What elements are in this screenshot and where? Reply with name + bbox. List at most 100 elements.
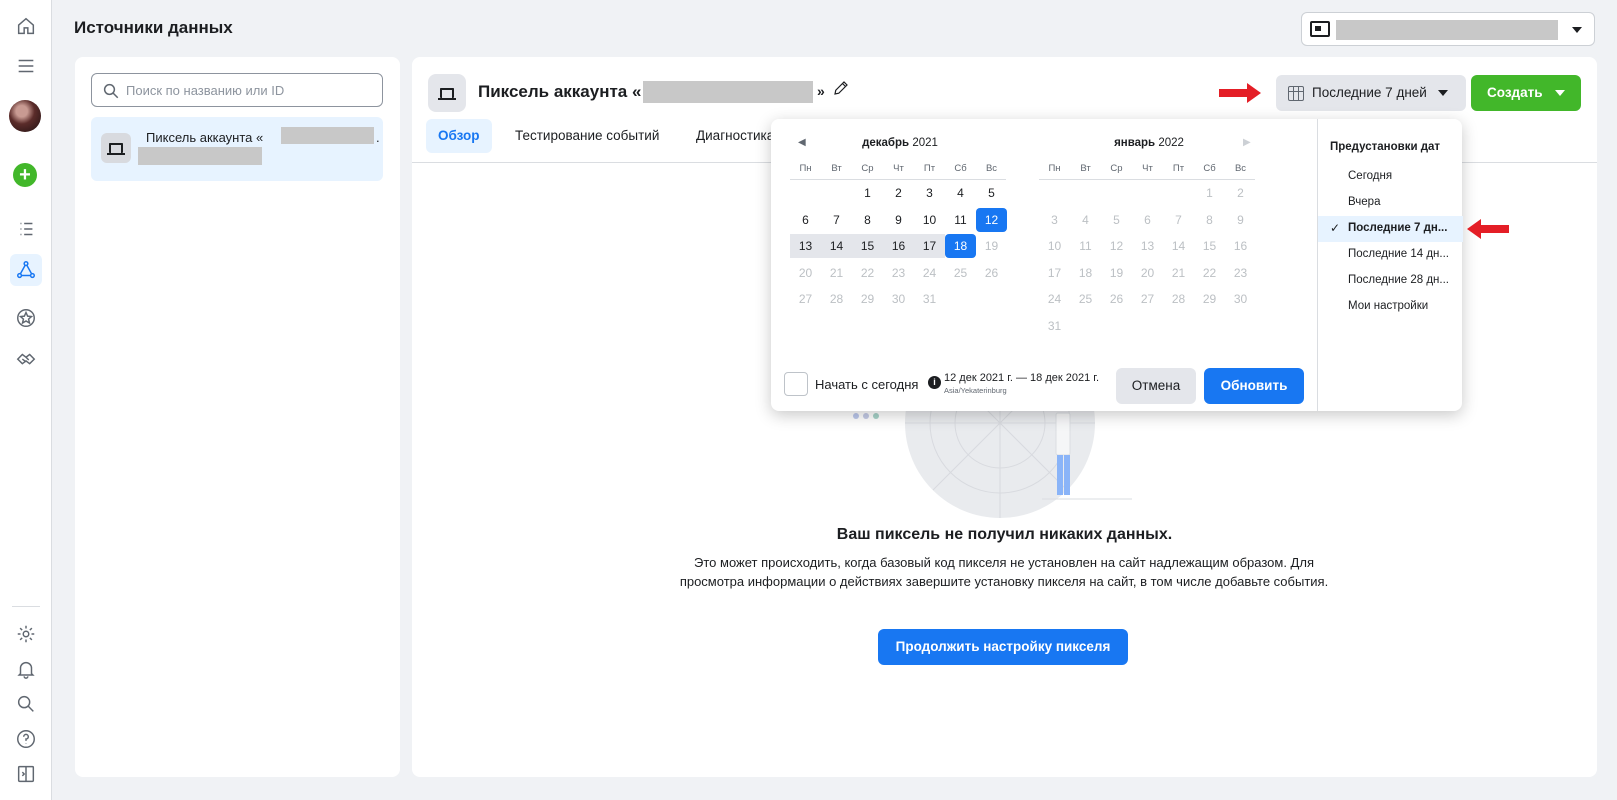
- calendar-day[interactable]: 2: [1225, 181, 1256, 205]
- date-preset-item[interactable]: Мои настройки: [1318, 294, 1463, 320]
- calendar-day[interactable]: 25: [945, 261, 976, 285]
- cancel-button[interactable]: Отмена: [1116, 368, 1196, 404]
- calendar-day[interactable]: 22: [852, 261, 883, 285]
- calendar-day[interactable]: 8: [852, 208, 883, 232]
- calendar-day[interactable]: 7: [821, 208, 852, 232]
- calendar-day[interactable]: 14: [1163, 234, 1194, 258]
- create-button[interactable]: Создать: [1471, 75, 1581, 111]
- date-preset-item[interactable]: Сегодня: [1318, 164, 1463, 190]
- calendar-day[interactable]: 2: [883, 181, 914, 205]
- calendar-day[interactable]: 23: [1225, 261, 1256, 285]
- calendar-day[interactable]: 29: [1194, 287, 1225, 311]
- calendar-day[interactable]: 24: [1039, 287, 1070, 311]
- list-icon[interactable]: [10, 213, 42, 245]
- calendar-day[interactable]: 25: [1070, 287, 1101, 311]
- calendar-day[interactable]: 18: [1070, 261, 1101, 285]
- calendar-day[interactable]: 8: [1194, 208, 1225, 232]
- calendar-day[interactable]: 17: [1039, 261, 1070, 285]
- tab-test-events[interactable]: Тестирование событий: [503, 119, 671, 153]
- calendar-day[interactable]: 10: [1039, 234, 1070, 258]
- star-icon[interactable]: [10, 302, 42, 334]
- date-preset-item[interactable]: Последние 28 дн...: [1318, 268, 1463, 294]
- calendar-day[interactable]: 10: [914, 208, 945, 232]
- date-preset-item[interactable]: Вчера: [1318, 190, 1463, 216]
- calendar-day[interactable]: 13: [1132, 234, 1163, 258]
- calendar-day[interactable]: 24: [914, 261, 945, 285]
- calendar-day[interactable]: 31: [914, 287, 945, 311]
- laptop-icon: [101, 133, 131, 163]
- settings-gear-icon[interactable]: [10, 618, 42, 650]
- calendar-day[interactable]: 5: [1101, 208, 1132, 232]
- calendar-day[interactable]: 23: [883, 261, 914, 285]
- ad-account-selector[interactable]: [1301, 12, 1595, 46]
- handshake-icon[interactable]: [10, 344, 42, 376]
- calendar-day[interactable]: 22: [1194, 261, 1225, 285]
- calendar-day[interactable]: 11: [945, 208, 976, 232]
- continue-setup-button[interactable]: Продолжить настройку пикселя: [878, 629, 1128, 665]
- chevron-down-icon: [1572, 27, 1582, 33]
- tab-overview[interactable]: Обзор: [426, 119, 492, 153]
- search-icon[interactable]: [10, 688, 42, 720]
- calendar-day[interactable]: 30: [883, 287, 914, 311]
- calendar-day[interactable]: 30: [1225, 287, 1256, 311]
- menu-icon[interactable]: [10, 50, 42, 82]
- calendar-day[interactable]: 16: [1225, 234, 1256, 258]
- pencil-edit-icon[interactable]: [832, 79, 854, 101]
- start-today-checkbox[interactable]: [784, 372, 808, 396]
- pixel-list-item[interactable]: Пиксель аккаунта « .: [91, 117, 383, 181]
- calendar-day[interactable]: 12: [976, 207, 1007, 232]
- date-range-button[interactable]: Последние 7 дней: [1276, 75, 1466, 111]
- calendar-day[interactable]: 7: [1163, 208, 1194, 232]
- calendar-day[interactable]: 13: [790, 234, 821, 258]
- calendar-day[interactable]: 9: [1225, 208, 1256, 232]
- calendar-day[interactable]: 20: [1132, 261, 1163, 285]
- calendar-day[interactable]: 31: [1039, 314, 1070, 338]
- events-manager-icon[interactable]: [10, 254, 42, 286]
- calendar-day[interactable]: 21: [1163, 261, 1194, 285]
- calendar-day[interactable]: 15: [1194, 234, 1225, 258]
- calendar-day[interactable]: 26: [1101, 287, 1132, 311]
- update-button[interactable]: Обновить: [1204, 368, 1304, 404]
- home-icon[interactable]: [10, 10, 42, 42]
- calendar-day[interactable]: 19: [976, 234, 1007, 258]
- calendar-day[interactable]: 29: [852, 287, 883, 311]
- calendar-day[interactable]: 28: [1163, 287, 1194, 311]
- chevron-down-icon: [1555, 90, 1565, 96]
- calendar-day[interactable]: 4: [945, 181, 976, 205]
- calendar-day[interactable]: 1: [852, 181, 883, 205]
- calendar-day[interactable]: 21: [821, 261, 852, 285]
- calendar-day[interactable]: 5: [976, 181, 1007, 205]
- calendar-day[interactable]: 27: [1132, 287, 1163, 311]
- calendar-day[interactable]: 3: [914, 181, 945, 205]
- calendar-day[interactable]: 1: [1194, 181, 1225, 205]
- calendar-day[interactable]: 16: [883, 234, 914, 258]
- calendar-day[interactable]: 6: [790, 208, 821, 232]
- panel-toggle-icon[interactable]: [10, 758, 42, 790]
- calendar-day[interactable]: 14: [821, 234, 852, 258]
- calendar-day[interactable]: 18: [945, 234, 976, 258]
- bell-icon[interactable]: [10, 653, 42, 685]
- help-icon[interactable]: [10, 723, 42, 755]
- date-preset-item[interactable]: Последние 7 дн...: [1318, 216, 1463, 242]
- calendar-day[interactable]: 19: [1101, 261, 1132, 285]
- search-field[interactable]: [91, 73, 383, 107]
- plus-icon[interactable]: +: [13, 163, 37, 187]
- calendar-day[interactable]: 20: [790, 261, 821, 285]
- calendar-day[interactable]: 26: [976, 261, 1007, 285]
- weekday-label: Пт: [1172, 163, 1185, 174]
- calendar-day[interactable]: 28: [821, 287, 852, 311]
- calendar-day[interactable]: 9: [883, 208, 914, 232]
- avatar[interactable]: [9, 100, 41, 132]
- search-input[interactable]: [126, 80, 376, 100]
- info-icon[interactable]: i: [928, 376, 941, 389]
- calendar-day[interactable]: 15: [852, 234, 883, 258]
- date-picker-popover: ◀ декабрь 2021 ▶ январь 2022 Пн Вт Ср Чт Пт С…: [771, 119, 1463, 411]
- calendar-day[interactable]: 11: [1070, 234, 1101, 258]
- date-preset-item[interactable]: Последние 14 дн...: [1318, 242, 1463, 268]
- calendar-day[interactable]: 3: [1039, 208, 1070, 232]
- calendar-day[interactable]: 17: [914, 234, 945, 258]
- calendar-day[interactable]: 6: [1132, 208, 1163, 232]
- calendar-day[interactable]: 12: [1101, 234, 1132, 258]
- calendar-day[interactable]: 27: [790, 287, 821, 311]
- calendar-day[interactable]: 4: [1070, 208, 1101, 232]
